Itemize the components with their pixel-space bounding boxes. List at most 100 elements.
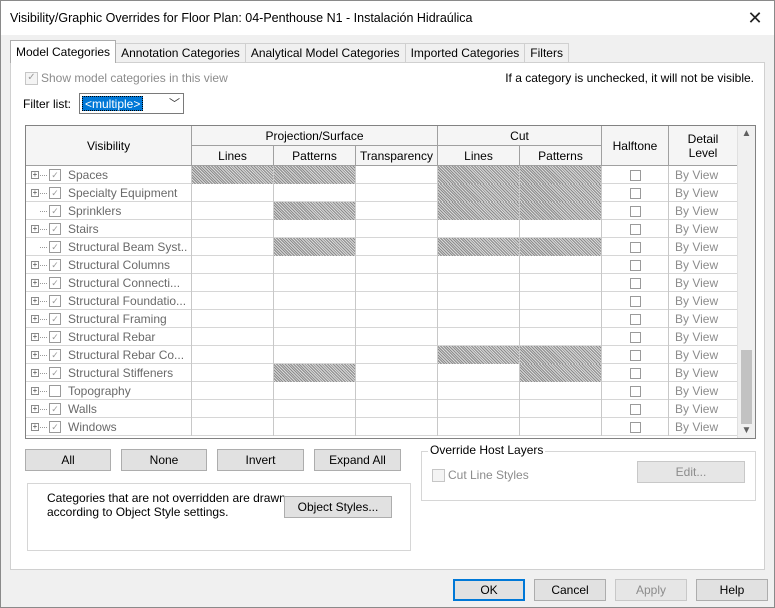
close-icon[interactable]: ✕ [742,5,768,31]
override-cell[interactable] [274,418,356,436]
expand-icon[interactable]: + [31,315,39,323]
detail-level-cell[interactable]: By View [669,184,738,202]
halftone-checkbox[interactable] [629,331,641,343]
table-row[interactable]: + ✓ Specialty Equipment By View [26,184,738,202]
halftone-checkbox[interactable] [629,367,641,379]
override-cell[interactable] [192,256,274,274]
detail-level-cell[interactable]: By View [669,310,738,328]
visibility-checkbox[interactable]: ✓ [49,187,61,199]
ok-button[interactable]: OK [453,579,525,601]
detail-level-cell[interactable]: By View [669,292,738,310]
table-row[interactable]: + ✓ Structural Foundatio... By View [26,292,738,310]
detail-level-cell[interactable]: By View [669,400,738,418]
scroll-up-icon[interactable]: ▲ [738,128,755,139]
expand-icon[interactable]: + [31,225,39,233]
expand-icon[interactable]: + [31,279,39,287]
override-cell[interactable] [192,328,274,346]
override-cell[interactable] [356,346,438,364]
override-cell[interactable] [356,202,438,220]
help-button[interactable]: Help [696,579,768,601]
all-button[interactable]: All [25,449,111,471]
halftone-checkbox[interactable] [629,223,641,235]
override-cell[interactable] [274,382,356,400]
override-cell[interactable] [438,328,520,346]
invert-button[interactable]: Invert [217,449,304,471]
detail-level-cell[interactable]: By View [669,238,738,256]
visibility-checkbox[interactable]: ✓ [49,169,61,181]
visibility-checkbox[interactable]: ✓ [49,205,61,217]
halftone-checkbox[interactable] [629,277,641,289]
detail-level-cell[interactable]: By View [669,364,738,382]
detail-level-cell[interactable]: By View [669,382,738,400]
header-visibility[interactable]: Visibility [26,126,192,166]
halftone-checkbox[interactable] [629,259,641,271]
override-cell[interactable] [356,328,438,346]
override-cell[interactable] [520,220,602,238]
halftone-checkbox[interactable] [629,241,641,253]
override-cell[interactable] [192,292,274,310]
override-cell[interactable] [274,238,356,256]
override-cell[interactable] [438,382,520,400]
detail-level-cell[interactable]: By View [669,256,738,274]
halftone-checkbox[interactable] [629,313,641,325]
override-cell[interactable] [192,202,274,220]
visibility-checkbox[interactable]: ✓ [49,223,61,235]
halftone-checkbox[interactable] [629,385,641,397]
override-cell[interactable] [356,382,438,400]
visibility-checkbox[interactable]: ✓ [49,349,61,361]
visibility-checkbox[interactable]: ✓ [49,295,61,307]
table-row[interactable]: + ✓ Walls By View [26,400,738,418]
detail-level-cell[interactable]: By View [669,202,738,220]
expand-icon[interactable]: + [31,423,39,431]
override-cell[interactable] [438,274,520,292]
override-cell[interactable] [356,238,438,256]
override-cell[interactable] [356,256,438,274]
override-cell[interactable] [192,166,274,184]
override-cell[interactable] [192,346,274,364]
detail-level-cell[interactable]: By View [669,166,738,184]
halftone-checkbox[interactable] [629,421,641,433]
override-cell[interactable] [520,184,602,202]
override-cell[interactable] [438,310,520,328]
expand-icon[interactable]: + [31,369,39,377]
override-cell[interactable] [520,166,602,184]
scroll-down-icon[interactable]: ▼ [738,425,755,436]
visibility-checkbox[interactable]: ✓ [49,277,61,289]
override-cell[interactable] [356,310,438,328]
table-row[interactable]: + ✓ Structural Stiffeners By View [26,364,738,382]
halftone-checkbox[interactable] [629,349,641,361]
filter-list-dropdown[interactable]: <multiple> ﹀ [79,93,184,114]
tab-filters[interactable]: Filters [524,43,569,63]
tab-annotation-categories[interactable]: Annotation Categories [115,43,246,63]
override-cell[interactable] [274,310,356,328]
table-row[interactable]: + ✓ Structural Connecti... By View [26,274,738,292]
override-cell[interactable] [520,238,602,256]
table-row[interactable]: + ✓ Windows By View [26,418,738,436]
override-cell[interactable] [192,400,274,418]
override-cell[interactable] [356,418,438,436]
detail-level-cell[interactable]: By View [669,220,738,238]
override-cell[interactable] [274,202,356,220]
table-row[interactable]: + ✓ Structural Framing By View [26,310,738,328]
expand-icon[interactable]: + [31,333,39,341]
override-cell[interactable] [356,184,438,202]
override-cell[interactable] [274,364,356,382]
tab-model-categories[interactable]: Model Categories [10,40,117,63]
table-row[interactable]: + ✓ Structural Rebar Co... By View [26,346,738,364]
override-cell[interactable] [192,274,274,292]
override-cell[interactable] [520,310,602,328]
expand-all-button[interactable]: Expand All [314,449,401,471]
visibility-checkbox[interactable]: ✓ [49,367,61,379]
table-row[interactable]: + ✓ Spaces By View [26,166,738,184]
override-cell[interactable] [520,400,602,418]
override-cell[interactable] [356,166,438,184]
override-cell[interactable] [438,364,520,382]
expand-icon[interactable]: + [31,189,39,197]
expand-icon[interactable]: + [31,297,39,305]
override-cell[interactable] [356,220,438,238]
override-cell[interactable] [356,292,438,310]
detail-level-cell[interactable]: By View [669,328,738,346]
override-cell[interactable] [520,382,602,400]
override-cell[interactable] [274,220,356,238]
table-row[interactable]: + Topography By View [26,382,738,400]
